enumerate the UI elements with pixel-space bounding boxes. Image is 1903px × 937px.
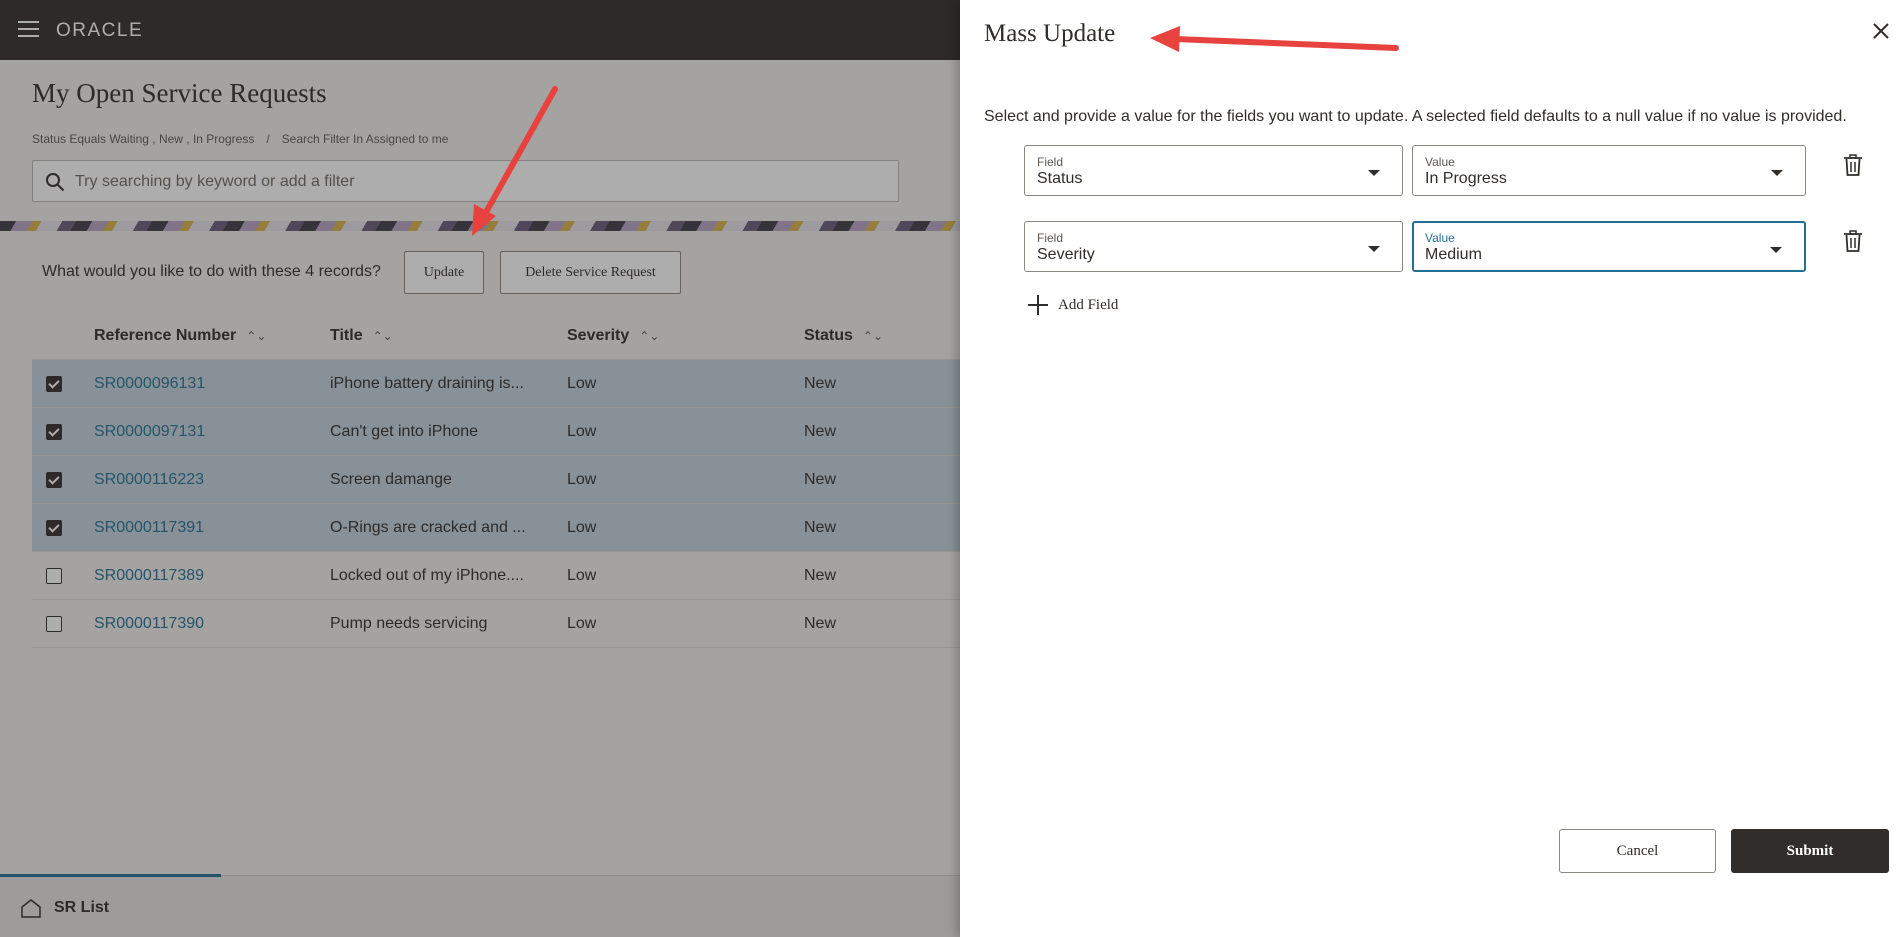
field-select-1[interactable]: Field Status (1024, 145, 1403, 196)
drawer-title: Mass Update (984, 20, 1116, 47)
delete-row-trash-icon[interactable] (1843, 154, 1863, 176)
close-icon[interactable] (1872, 22, 1890, 40)
chevron-down-icon (1368, 170, 1380, 176)
field-select-label: Field (1037, 231, 1064, 245)
field-select-value: Severity (1037, 246, 1095, 263)
field-select-value: Status (1037, 170, 1083, 187)
mass-update-drawer: Mass Update Select and provide a value f… (960, 0, 1903, 937)
instructions-text: Select and provide a value for the field… (984, 108, 1847, 125)
field-select-2[interactable]: Field Severity (1024, 221, 1403, 272)
field-select-label: Field (1037, 155, 1064, 169)
value-select-label: Value (1425, 155, 1455, 169)
value-select-value: Medium (1425, 246, 1482, 263)
chevron-down-icon (1771, 170, 1783, 176)
add-field-button[interactable]: Add Field (1028, 293, 1118, 317)
delete-row-trash-icon[interactable] (1843, 230, 1863, 252)
modal-overlay[interactable] (0, 0, 960, 937)
cancel-button[interactable]: Cancel (1559, 829, 1716, 873)
chevron-down-icon (1770, 247, 1782, 253)
value-select-2[interactable]: Value Medium (1412, 221, 1806, 272)
value-select-value: In Progress (1425, 170, 1507, 187)
submit-button[interactable]: Submit (1731, 829, 1889, 873)
chevron-down-icon (1368, 246, 1380, 252)
value-select-label: Value (1425, 231, 1455, 245)
add-field-label: Add Field (1058, 296, 1119, 313)
plus-icon (1028, 295, 1048, 315)
value-select-1[interactable]: Value In Progress (1412, 145, 1806, 196)
